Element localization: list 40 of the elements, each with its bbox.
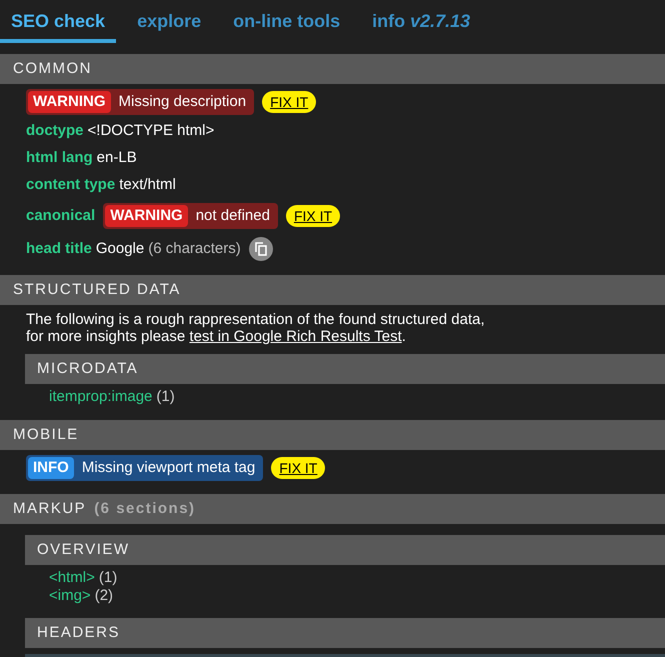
field-value: en-LB bbox=[96, 148, 137, 168]
field-label: content type bbox=[26, 175, 116, 196]
alert-text: Missing description bbox=[118, 92, 246, 112]
section-count: (6 sections) bbox=[94, 498, 196, 519]
alert-badge: WARNING bbox=[105, 204, 188, 228]
rich-results-link[interactable]: test in Google Rich Results Test bbox=[189, 328, 402, 345]
entry-name: itemprop:image bbox=[49, 388, 152, 406]
entry-name: <html> bbox=[49, 569, 95, 587]
fix-it-button[interactable]: FIX IT bbox=[286, 205, 340, 227]
section-title: COMMON bbox=[13, 58, 92, 79]
field-value: Google bbox=[96, 238, 144, 259]
subsection-header: OVERVIEW bbox=[25, 535, 665, 565]
field-label: doctype bbox=[26, 121, 84, 142]
alert-badge: WARNING bbox=[28, 90, 110, 114]
nav-tab[interactable]: SEO check bbox=[0, 4, 116, 43]
fix-it-button[interactable]: FIX IT bbox=[262, 91, 316, 113]
entry-count: (1) bbox=[98, 569, 118, 587]
section-title: STRUCTURED DATA bbox=[13, 280, 181, 300]
description-paragraph: The following is a rough rappresentation of the found structured data, for more insights please test in Google Rich Results Test. bbox=[26, 310, 486, 345]
alert-text: not defined bbox=[196, 206, 270, 226]
entry-count: (2) bbox=[94, 587, 114, 605]
field-label: html lang bbox=[26, 148, 93, 168]
subsection-header: HEADERS bbox=[25, 618, 665, 648]
subsection-header: MICRODATA bbox=[25, 354, 665, 384]
field-value: <!DOCTYPE html> bbox=[88, 121, 214, 142]
entry-count: (1) bbox=[156, 388, 175, 406]
copy-icon[interactable] bbox=[248, 237, 273, 261]
field-label: canonical bbox=[26, 206, 96, 226]
entry-name: <img> bbox=[49, 587, 91, 605]
section-title: MARKUP bbox=[13, 498, 86, 519]
section-title: MOBILE bbox=[13, 424, 79, 445]
nav-tab[interactable]: info v2.7.13 bbox=[361, 4, 482, 43]
character-count: (6 characters) bbox=[148, 238, 241, 259]
field-value: text/html bbox=[119, 175, 176, 196]
nav-tab[interactable]: on-line tools bbox=[222, 4, 352, 43]
alert-text: Missing viewport meta tag bbox=[82, 458, 256, 478]
nav-tab[interactable]: explore bbox=[126, 4, 212, 43]
alert-badge: INFO bbox=[28, 456, 74, 480]
field-label: head title bbox=[26, 238, 92, 259]
fix-it-button[interactable]: FIX IT bbox=[271, 457, 326, 479]
